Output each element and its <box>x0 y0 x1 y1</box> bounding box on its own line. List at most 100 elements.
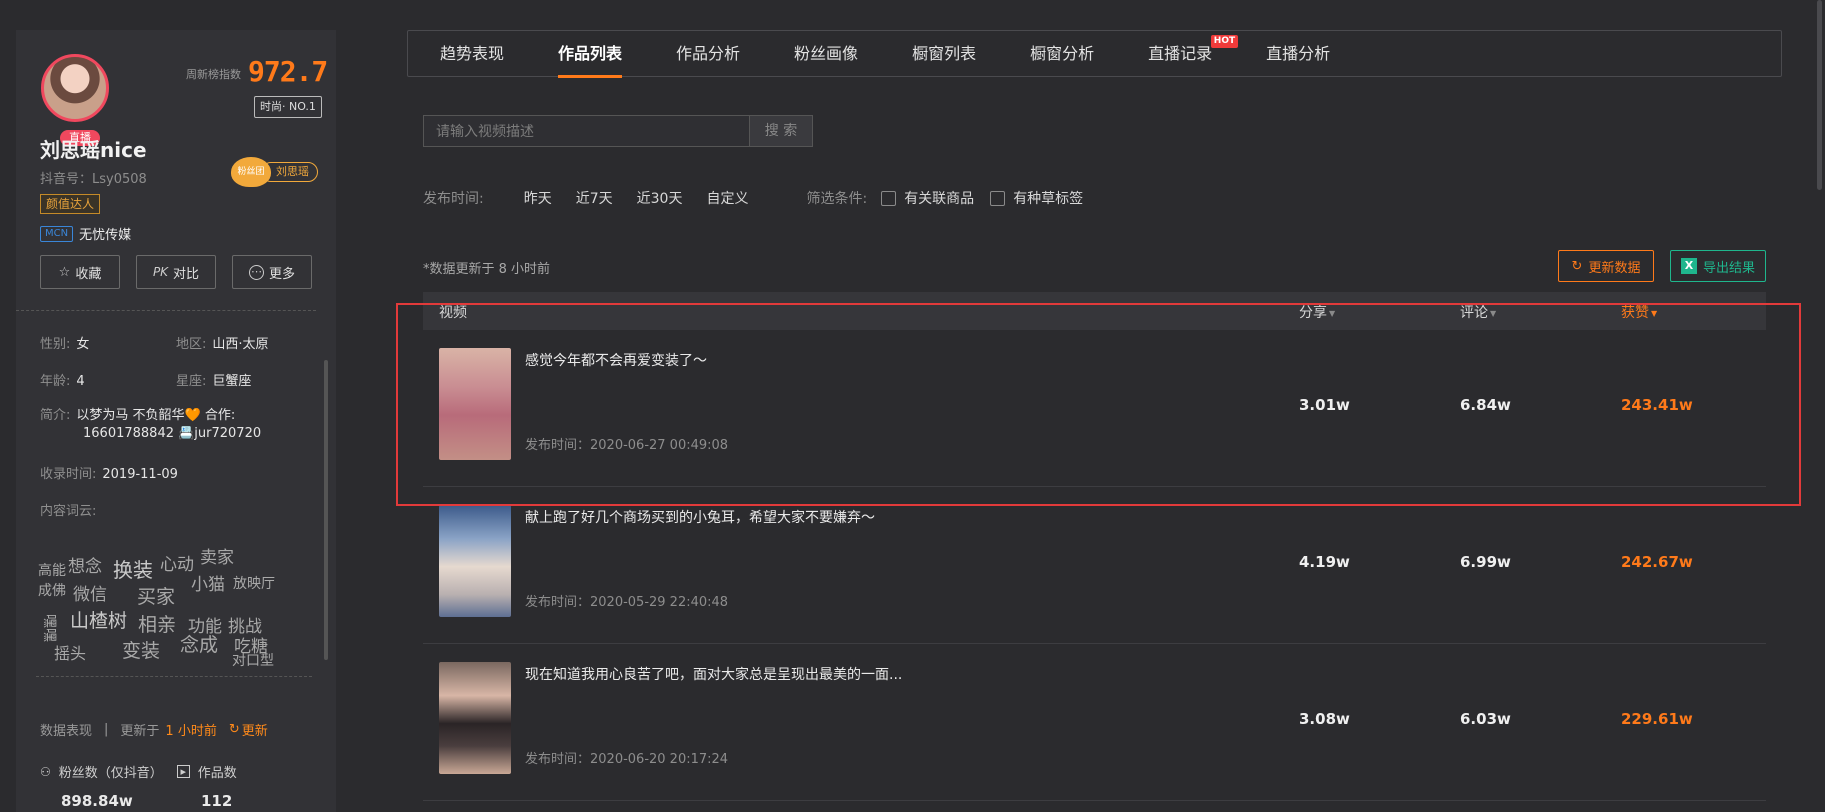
cloud-word: 买家 <box>137 586 176 608</box>
fans-icon: ⚇ <box>40 764 51 779</box>
favorite-button[interactable]: ☆ 收藏 <box>40 255 120 289</box>
table-row[interactable]: 感觉今年都不会再爱变装了～ 发布时间：2020-06-27 00:49:08 3… <box>423 330 1766 487</box>
data-update-note: *数据更新于 8 小时前 <box>423 262 551 277</box>
divider <box>16 310 316 311</box>
checkbox-linked-product[interactable]: 有关联商品 <box>881 188 974 208</box>
profile-panel: 直播 周新榜指数 972.7 时尚· NO.1 刘思瑶nice 抖音号：Lsy0… <box>16 30 336 812</box>
video-publish-time: 发布时间：2020-06-27 00:49:08 <box>525 438 729 453</box>
region-info: 地区: 山西·太原 <box>176 337 269 352</box>
age-info: 年龄: 4 <box>40 374 85 389</box>
action-buttons: ☆ 收藏 PK 对比 ⋯ 更多 <box>40 255 312 289</box>
rank-badge: 时尚· NO.1 <box>254 96 322 118</box>
tab-trend[interactable]: 趋势表现 <box>440 30 504 77</box>
checkbox-grass-tag[interactable]: 有种草标签 <box>990 188 1083 208</box>
refresh-data-button[interactable]: ↻ 更新数据 <box>1558 250 1654 282</box>
cloud-word: 高能 <box>38 563 66 579</box>
publish-time-label: 发布时间: <box>423 191 484 207</box>
updated-value: 1 小时前 <box>165 724 217 739</box>
refresh-icon: ↻ <box>228 722 240 737</box>
account-id: 抖音号：Lsy0508 <box>40 172 147 187</box>
mcn-name[interactable]: 无忧传媒 <box>79 224 131 243</box>
favorite-label: 收藏 <box>75 266 102 282</box>
share-count: 3.01w <box>1299 396 1350 414</box>
data-label: 数据表现 <box>40 724 93 739</box>
cloud-word: 相亲 <box>138 614 177 636</box>
header-comment[interactable]: 评论 <box>1460 302 1496 322</box>
share-count: 4.19w <box>1299 553 1350 571</box>
category-tag: 颜值达人 <box>40 194 101 214</box>
sidebar-scrollbar[interactable] <box>324 360 328 660</box>
filter-yesterday[interactable]: 昨天 <box>524 188 552 208</box>
collected-info: 收录时间: 2019-11-09 <box>40 467 178 482</box>
zodiac-info: 星座: 巨蟹座 <box>176 374 252 389</box>
table-row[interactable]: 献上跑了好几个商场买到的小兔耳，希望大家不要嫌弃～ 发布时间：2020-05-2… <box>423 487 1766 644</box>
video-title[interactable]: 感觉今年都不会再爱变装了～ <box>525 350 707 370</box>
heart-icon: 粉丝团 <box>231 157 271 187</box>
page-scrollbar[interactable] <box>1817 0 1822 190</box>
cloud-word: 卖家 <box>200 548 234 568</box>
tab-works-analysis[interactable]: 作品分析 <box>676 30 740 77</box>
data-status-row: 数据表现 | 更新于 1 小时前 ↻ 更新 <box>40 720 268 739</box>
filter-row: 发布时间: 昨天 近7天 近30天 自定义 筛选条件: 有关联商品 有种草标签 <box>423 188 1099 208</box>
bio-info: 简介: 以梦为马 不负韶华🧡 合作: <box>40 408 236 423</box>
more-icon: ⋯ <box>248 264 264 280</box>
tab-live-records[interactable]: 直播记录 HOT <box>1148 30 1239 77</box>
video-title[interactable]: 现在知道我用心良苦了吧，面对大家总是呈现出最美的一面... <box>525 664 902 684</box>
fans-group-badge[interactable]: 粉丝团 刘思瑶 <box>231 157 318 187</box>
tab-live-analysis[interactable]: 直播分析 <box>1266 30 1330 77</box>
export-button[interactable]: X 导出结果 <box>1670 250 1766 282</box>
works-count-label: 作品数 <box>197 766 237 781</box>
gender-info: 性别: 女 <box>40 337 90 352</box>
header-like[interactable]: 获赞 <box>1621 302 1657 322</box>
video-thumbnail[interactable] <box>439 505 511 617</box>
refresh-icon: ↻ <box>1571 258 1583 274</box>
table-header: 视频 分享 评论 获赞 <box>423 292 1766 330</box>
excel-icon: X <box>1680 258 1697 274</box>
tab-works-list[interactable]: 作品列表 <box>558 30 623 78</box>
video-title[interactable]: 献上跑了好几个商场买到的小兔耳，希望大家不要嫌弃～ <box>525 507 875 527</box>
video-publish-time: 发布时间：2020-06-20 20:17:24 <box>525 752 729 767</box>
bio-line-2: 16601788842 📇jur720720 <box>83 426 262 441</box>
hot-badge: HOT <box>1210 35 1239 48</box>
video-thumbnail[interactable] <box>439 662 511 774</box>
video-thumbnail[interactable] <box>439 348 511 460</box>
share-count: 3.08w <box>1299 710 1350 728</box>
cloud-word: 念成 <box>180 634 219 656</box>
cloud-word: 摇头 <box>54 644 87 663</box>
like-count: 243.41w <box>1621 396 1693 414</box>
fans-count-label: 粉丝数（仅抖音） <box>58 766 163 781</box>
profile-name: 刘思瑶nice <box>40 138 147 162</box>
header-share[interactable]: 分享 <box>1299 302 1335 322</box>
word-cloud-label: 内容词云: <box>40 504 97 519</box>
filter-condition-label: 筛选条件: <box>806 191 868 207</box>
separator: | <box>104 722 109 737</box>
compare-button[interactable]: PK 对比 <box>136 255 216 289</box>
refresh-link[interactable]: ↻ 更新 <box>229 720 268 739</box>
weekly-index-label: 周新榜指数 <box>186 68 241 81</box>
comment-count: 6.84w <box>1460 396 1511 414</box>
search-button[interactable]: 搜 索 <box>749 115 813 147</box>
filter-7-days[interactable]: 近7天 <box>576 188 613 208</box>
more-label: 更多 <box>268 266 295 282</box>
more-button[interactable]: ⋯ 更多 <box>232 255 312 289</box>
cloud-word: 想念 <box>68 557 102 577</box>
search-input[interactable] <box>423 115 750 147</box>
checkbox-icon[interactable] <box>990 190 1006 206</box>
cloud-word: 成佛 <box>38 583 66 599</box>
table-row[interactable]: 现在知道我用心良苦了吧，面对大家总是呈现出最美的一面... 发布时间：2020-… <box>423 644 1766 801</box>
cloud-word: 微信 <box>73 585 107 605</box>
fans-count-value: 898.84w <box>61 792 133 810</box>
tab-showcase-analysis[interactable]: 橱窗分析 <box>1030 30 1094 77</box>
like-count: 242.67w <box>1621 553 1693 571</box>
tab-fans-portrait[interactable]: 粉丝画像 <box>794 30 858 77</box>
filter-custom[interactable]: 自定义 <box>706 188 748 208</box>
filter-30-days[interactable]: 近30天 <box>637 188 683 208</box>
checkbox-icon[interactable] <box>881 190 897 206</box>
updated-prefix: 更新于 <box>120 724 160 739</box>
tab-showcase-list[interactable]: 橱窗列表 <box>912 30 976 77</box>
comment-count: 6.03w <box>1460 710 1511 728</box>
avatar[interactable] <box>41 54 109 122</box>
stat-labels: ⚇ 粉丝数（仅抖音） ▸ 作品数 <box>40 762 237 782</box>
cloud-word: 放映厅 <box>233 576 275 592</box>
comment-count: 6.99w <box>1460 553 1511 571</box>
